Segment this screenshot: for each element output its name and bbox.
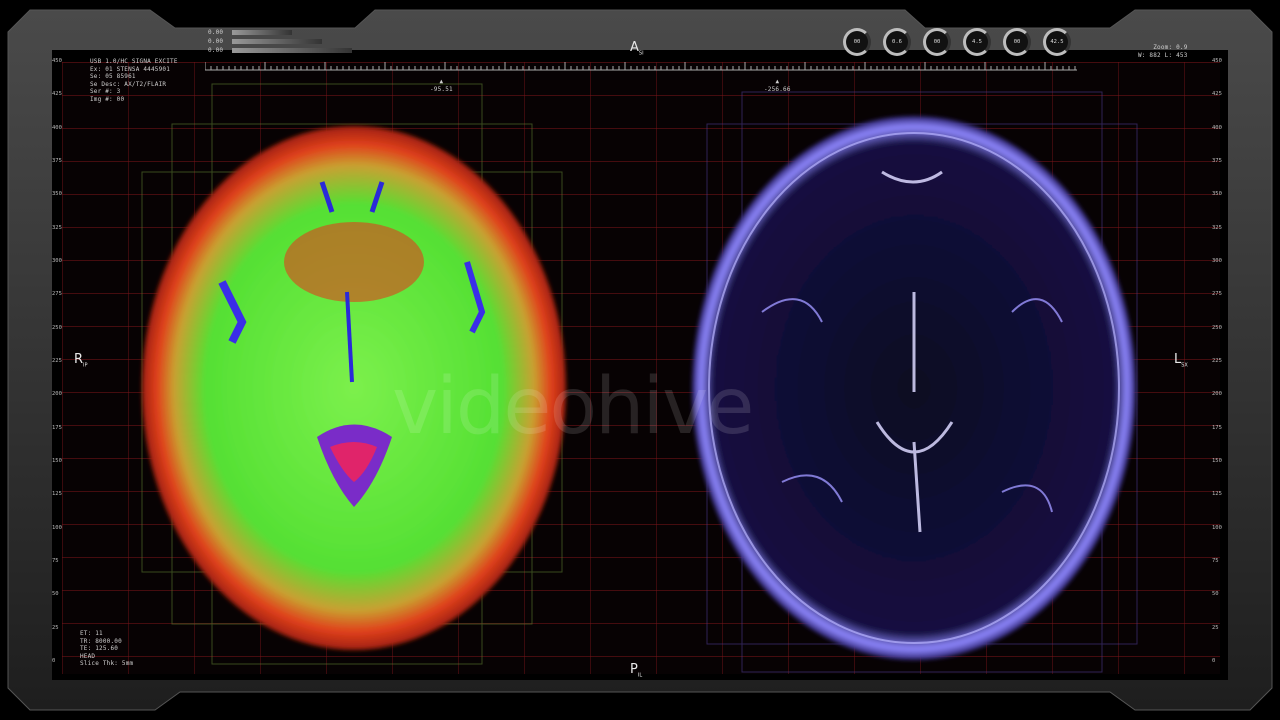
right-mri-scan: [692, 116, 1136, 660]
header-bar-label-1: 0.00: [208, 29, 224, 36]
orientation-left: RIP: [74, 352, 88, 369]
scale-tick-label: 375: [1212, 158, 1222, 164]
bottom-left-info: ET: 11 TR: 8000.00 TE: 125.60 HEAD Slice Th…: [80, 630, 134, 667]
scale-tick-label: 0: [1212, 658, 1216, 664]
dial-3[interactable]: 00: [923, 28, 951, 56]
scale-tick-label: 350: [1212, 191, 1222, 198]
scale-tick-label: 75: [1212, 558, 1219, 564]
orientation-top: ASI: [630, 40, 644, 57]
scale-tick-label: 25: [52, 624, 59, 631]
left-mri-scan: [142, 126, 566, 650]
scale-tick-label: 300: [52, 258, 62, 264]
orientation-bottom: PIL: [630, 662, 643, 679]
orientation-right: LSX: [1174, 352, 1188, 369]
scale-tick-label: 375: [52, 158, 62, 164]
dial-5[interactable]: 00: [1003, 28, 1031, 56]
marker-left: ▲ -95.51: [430, 78, 453, 93]
scale-tick-label: 250: [52, 324, 62, 331]
scale-tick-label: 450: [1212, 58, 1222, 64]
header-bar-3: [232, 48, 352, 53]
scale-tick-label: 125: [52, 491, 62, 498]
scale-tick-label: 300: [1212, 258, 1222, 264]
header-bar-1: [232, 30, 292, 35]
scale-tick-label: 100: [1212, 524, 1222, 531]
scale-tick-label: 150: [52, 458, 62, 464]
scale-tick-label: 75: [52, 558, 59, 564]
scale-tick-label: 125: [1212, 491, 1222, 498]
scale-tick-label: 100: [52, 524, 62, 531]
scale-tick-label: 250: [1212, 324, 1222, 331]
scale-tick-label: 200: [52, 391, 62, 398]
viewport: videohive: [62, 62, 1220, 674]
dial-1[interactable]: 00: [843, 28, 871, 56]
dial-4[interactable]: 4.5: [963, 28, 991, 56]
dial-6[interactable]: 42.5: [1043, 28, 1071, 56]
top-right-info: Zoom: 0.9 W: 882 L: 453: [1138, 44, 1188, 59]
top-left-info: USB 1.0/HC SIGNA EXCITE Ex: 01 STENSA 444…: [90, 58, 178, 103]
top-ruler: [205, 62, 1077, 71]
header-bar-2: [232, 39, 322, 44]
header-bar-label-3: 0.00: [208, 47, 224, 54]
scale-tick-label: 450: [52, 58, 62, 64]
scale-tick-label: 425: [1212, 91, 1222, 98]
scale-tick-label: 50: [1212, 591, 1219, 598]
scale-tick-label: 150: [1212, 458, 1222, 464]
scale-tick-label: 325: [52, 224, 62, 231]
scale-tick-label: 200: [1212, 391, 1222, 398]
scale-tick-label: 400: [1212, 124, 1222, 131]
header-bar-label-2: 0.00: [208, 38, 224, 45]
scale-tick-label: 225: [1212, 358, 1222, 364]
marker-right: ▲ -256.66: [764, 78, 791, 93]
dial-2[interactable]: 0.6: [883, 28, 911, 56]
left-scale: 450 425 400 375 350 325 300 275 250 225 200 175 150 1…: [52, 58, 72, 668]
right-scale: 450 425 400 375 350 325 300 275 250 225 200 175 150 1…: [1212, 58, 1232, 668]
scale-tick-label: 25: [1212, 624, 1219, 631]
scale-tick-label: 275: [52, 291, 62, 298]
scale-tick-label: 325: [1212, 224, 1222, 231]
scale-tick-label: 50: [52, 591, 59, 598]
scale-tick-label: 350: [52, 191, 62, 198]
scale-tick-label: 225: [52, 358, 62, 364]
scale-tick-label: 0: [52, 658, 56, 664]
scale-tick-label: 275: [1212, 291, 1222, 298]
scale-tick-label: 400: [52, 124, 62, 131]
scale-tick-label: 175: [52, 424, 62, 431]
scale-tick-label: 175: [1212, 424, 1222, 431]
scale-tick-label: 425: [52, 91, 62, 98]
